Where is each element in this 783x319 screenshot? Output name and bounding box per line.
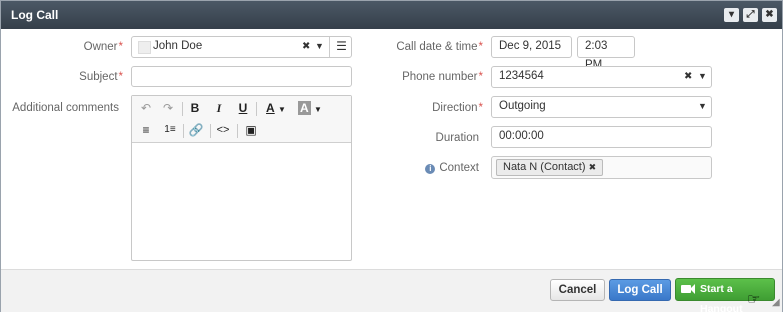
italic-icon[interactable]: I — [210, 100, 228, 116]
context-chip-label: Nata N (Contact) — [503, 161, 586, 173]
owner-field[interactable]: John Doe ✖ ▼ ☰ — [131, 36, 352, 58]
subject-label: Subject* — [21, 71, 123, 83]
close-icon[interactable]: ✖ — [762, 8, 777, 22]
clear-icon[interactable]: ✖ — [302, 37, 310, 56]
dialog-titlebar: Log Call ▾ ⤢ ✖ — [1, 1, 782, 29]
comments-textarea[interactable] — [132, 143, 351, 260]
context-label-text: Context — [439, 162, 479, 174]
duration-label: Duration — [435, 132, 479, 144]
remove-chip-icon[interactable]: ✖ — [589, 162, 597, 172]
phone-field[interactable]: 1234564 ✖ ▼ — [491, 66, 712, 88]
minimize-icon[interactable]: ▾ — [724, 8, 739, 22]
subject-label-text: Subject — [79, 71, 118, 83]
clear-icon[interactable]: ✖ — [684, 67, 692, 86]
required-mark: * — [478, 71, 483, 83]
phone-label-text: Phone number — [402, 71, 478, 83]
list-icon[interactable]: ☰ — [329, 37, 353, 57]
bullet-list-icon[interactable]: ≡ — [137, 122, 155, 138]
duration-input[interactable]: 00:00:00 — [491, 126, 712, 148]
call-datetime-label: Call date & time* — [386, 41, 483, 53]
log-call-button[interactable]: Log Call — [609, 279, 671, 301]
log-call-dialog: Log Call ▾ ⤢ ✖ Owner* John Doe ✖ ▼ ☰ Sub… — [0, 0, 783, 315]
chevron-down-icon[interactable]: ▼ — [698, 67, 707, 86]
subject-input[interactable] — [131, 66, 352, 87]
code-icon[interactable]: <> — [214, 122, 232, 138]
undo-icon[interactable]: ↶ — [137, 100, 155, 116]
chevron-down-icon[interactable]: ▼ — [315, 37, 324, 56]
call-date-input[interactable]: Dec 9, 2015 — [491, 36, 572, 58]
direction-select[interactable]: Outgoing ▼ — [491, 96, 712, 118]
phone-label: Phone number* — [386, 71, 483, 83]
context-chip: Nata N (Contact) ✖ — [496, 159, 604, 176]
required-mark: * — [118, 41, 123, 53]
resize-handle-icon[interactable]: ◢ — [772, 297, 780, 308]
required-mark: * — [478, 41, 483, 53]
owner-label-text: Owner — [83, 41, 118, 53]
required-mark: * — [118, 71, 123, 83]
comments-label: Additional comments — [12, 102, 119, 114]
editor-toolbar: ↶ ↷ B I U A ▼ A ▼ ≡ 1≡ 🔗 <> ▣ — [132, 96, 351, 143]
owner-label: Owner* — [21, 41, 123, 53]
chevron-down-icon[interactable]: ▼ — [698, 97, 707, 116]
call-time-input[interactable]: 2:03 PM — [577, 36, 635, 71]
direction-label-text: Direction — [432, 102, 478, 114]
phone-value: 1234564 — [499, 70, 544, 82]
video-camera-lens-icon — [690, 284, 695, 294]
direction-value: Outgoing — [499, 100, 546, 112]
call-datetime-label-text: Call date & time — [396, 41, 478, 53]
hand-cursor-icon: ☞ — [747, 291, 761, 308]
direction-label: Direction* — [386, 102, 483, 114]
context-label: i Context — [386, 162, 479, 174]
image-icon[interactable]: ▣ — [242, 122, 260, 138]
comments-editor: ↶ ↷ B I U A ▼ A ▼ ≡ 1≡ 🔗 <> ▣ — [131, 95, 352, 261]
required-mark: * — [478, 102, 483, 114]
redo-icon[interactable]: ↷ — [159, 100, 177, 116]
cancel-button[interactable]: Cancel — [550, 279, 605, 301]
text-color-icon[interactable]: A ▼ — [262, 100, 290, 116]
bold-icon[interactable]: B — [186, 100, 204, 116]
info-icon: i — [425, 164, 436, 174]
numbered-list-icon[interactable]: 1≡ — [161, 122, 179, 138]
link-icon[interactable]: 🔗 — [187, 122, 205, 138]
maximize-icon[interactable]: ⤢ — [743, 8, 758, 22]
avatar — [138, 41, 151, 54]
owner-value: John Doe — [153, 40, 203, 52]
underline-icon[interactable]: U — [234, 100, 252, 116]
background-color-icon[interactable]: A ▼ — [296, 100, 324, 116]
start-hangout-label: Start a Hangout — [700, 283, 743, 315]
dialog-title: Log Call — [11, 8, 59, 22]
